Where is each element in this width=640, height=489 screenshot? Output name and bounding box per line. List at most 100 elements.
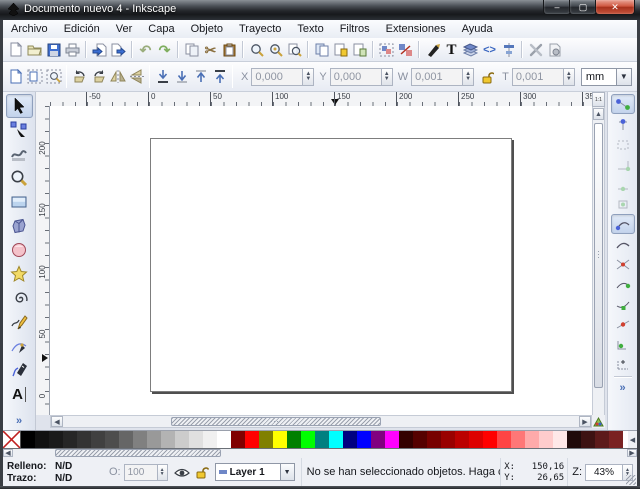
units-dropdown-icon[interactable]: ▼	[617, 68, 632, 86]
menu-item[interactable]: Edición	[56, 21, 108, 38]
deselect-icon[interactable]	[44, 67, 63, 86]
menu-item[interactable]: Archivo	[3, 21, 56, 38]
align-distribute-icon[interactable]	[499, 40, 518, 59]
palette-swatch[interactable]	[385, 431, 399, 448]
palette-swatch[interactable]	[483, 431, 497, 448]
palette-scrollbar-thumb[interactable]	[55, 449, 221, 457]
palette-swatch[interactable]	[539, 431, 553, 448]
close-button[interactable]: ✕	[595, 0, 635, 15]
flip-horizontal-icon[interactable]	[108, 67, 127, 86]
palette-swatch[interactable]	[525, 431, 539, 448]
height-field-spinner[interactable]: ▲▼	[564, 68, 575, 86]
x-field-input[interactable]: 0,000	[251, 68, 303, 86]
title-bar[interactable]: Documento nuevo 4 - Inkscape – ▢ ✕	[0, 0, 640, 20]
menu-item[interactable]: Objeto	[183, 21, 231, 38]
opacity-spinner[interactable]: ▲▼	[158, 464, 168, 481]
sticky-zoom-toggle[interactable]: 1:1	[592, 92, 605, 107]
y-field-input[interactable]: 0,000	[330, 68, 382, 86]
snap-paths-button[interactable]	[611, 234, 635, 254]
palette-swatch[interactable]	[133, 431, 147, 448]
snap-cusp-nodes-button[interactable]	[611, 274, 635, 294]
vertical-ruler[interactable]: 200150100500	[36, 106, 50, 415]
palette-swatch[interactable]	[469, 431, 483, 448]
snap-nodes-button[interactable]	[611, 214, 635, 234]
palette-swatch[interactable]	[259, 431, 273, 448]
palette-swatch[interactable]	[175, 431, 189, 448]
snap-bounding-box-button[interactable]	[611, 114, 635, 134]
palette-swatch[interactable]	[245, 431, 259, 448]
snap-bbox-edge-midpoints-button[interactable]	[611, 174, 635, 194]
zoom-selection-icon[interactable]	[247, 40, 266, 59]
open-document-icon[interactable]	[25, 40, 44, 59]
palette-swatch[interactable]	[217, 431, 231, 448]
units-value[interactable]: mm	[581, 68, 617, 86]
snap-bbox-edges-button[interactable]	[611, 134, 635, 154]
height-field-input[interactable]: 0,001	[512, 68, 564, 86]
units-combo[interactable]: mm ▼	[581, 68, 632, 86]
palette-swatch[interactable]	[49, 431, 63, 448]
menu-item[interactable]: Extensiones	[378, 21, 454, 38]
fill-stroke-indicator[interactable]: Relleno:N/D Trazo:N/D	[3, 461, 107, 484]
width-field-input[interactable]: 0,001	[411, 68, 463, 86]
duplicate-icon[interactable]	[312, 40, 331, 59]
layer-dropdown-icon[interactable]: ▼	[281, 463, 295, 481]
palette-swatch[interactable]	[567, 431, 581, 448]
zoom-drawing-icon[interactable]	[266, 40, 285, 59]
group-objects-icon[interactable]	[377, 40, 396, 59]
pencil-tool[interactable]	[6, 310, 33, 334]
palette-swatch[interactable]	[77, 431, 91, 448]
snap-rotation-centers-button[interactable]	[611, 354, 635, 374]
palette-swatch[interactable]	[581, 431, 595, 448]
zoom-page-icon[interactable]	[285, 40, 304, 59]
zoom-tool[interactable]	[6, 166, 33, 190]
lock-ratio-icon[interactable]	[478, 67, 497, 86]
raise-to-top-icon[interactable]	[210, 67, 229, 86]
menu-item[interactable]: Ayuda	[454, 21, 501, 38]
rotate-ccw-icon[interactable]	[70, 67, 89, 86]
zoom-input[interactable]: 43%	[585, 464, 623, 481]
paste-icon[interactable]	[220, 40, 239, 59]
palette-swatch[interactable]	[399, 431, 413, 448]
text-dialog-icon[interactable]: T	[442, 40, 461, 59]
palette-swatch[interactable]	[441, 431, 455, 448]
cut-icon[interactable]: ✂	[201, 40, 220, 59]
create-clone-icon[interactable]	[331, 40, 350, 59]
print-icon[interactable]	[63, 40, 82, 59]
x-field-spinner[interactable]: ▲▼	[303, 68, 314, 86]
unlink-clone-icon[interactable]	[350, 40, 369, 59]
minimize-button[interactable]: –	[543, 0, 571, 15]
lower-icon[interactable]	[172, 67, 191, 86]
palette-swatch[interactable]	[413, 431, 427, 448]
undo-icon[interactable]: ↶	[136, 40, 155, 59]
palette-swatch[interactable]	[301, 431, 315, 448]
import-icon[interactable]	[90, 40, 109, 59]
new-document-icon[interactable]	[6, 40, 25, 59]
xml-editor-icon[interactable]: <>	[480, 40, 499, 59]
palette-swatch[interactable]	[35, 431, 49, 448]
layer-visibility-icon[interactable]	[174, 467, 190, 478]
box3d-tool[interactable]	[6, 214, 33, 238]
inkscape-preferences-icon[interactable]	[526, 40, 545, 59]
palette-swatch[interactable]	[189, 431, 203, 448]
palette-scrollbar-left-icon[interactable]: ◀	[3, 449, 13, 457]
window-resize-grip[interactable]	[626, 475, 636, 485]
rectangle-tool[interactable]	[6, 190, 33, 214]
horizontal-scrollbar[interactable]: ◀ ▶	[50, 415, 592, 428]
scroll-right-icon[interactable]: ▶	[579, 416, 591, 427]
palette-swatch[interactable]	[427, 431, 441, 448]
selector-tool[interactable]	[6, 94, 33, 118]
export-icon[interactable]	[109, 40, 128, 59]
palette-swatch[interactable]	[91, 431, 105, 448]
flip-vertical-icon[interactable]	[127, 67, 146, 86]
palette-swatch[interactable]	[231, 431, 245, 448]
redo-icon[interactable]: ↷	[155, 40, 174, 59]
rotate-cw-icon[interactable]	[89, 67, 108, 86]
palette-swatch[interactable]	[511, 431, 525, 448]
layers-dialog-icon[interactable]	[461, 40, 480, 59]
y-field-spinner[interactable]: ▲▼	[382, 68, 393, 86]
scroll-up-icon[interactable]: ▲	[593, 108, 604, 120]
fill-stroke-dialog-icon[interactable]	[423, 40, 442, 59]
no-color-swatch[interactable]	[3, 431, 21, 448]
text-tool[interactable]: A	[6, 382, 33, 406]
snap-bbox-centers-button[interactable]	[611, 194, 635, 214]
